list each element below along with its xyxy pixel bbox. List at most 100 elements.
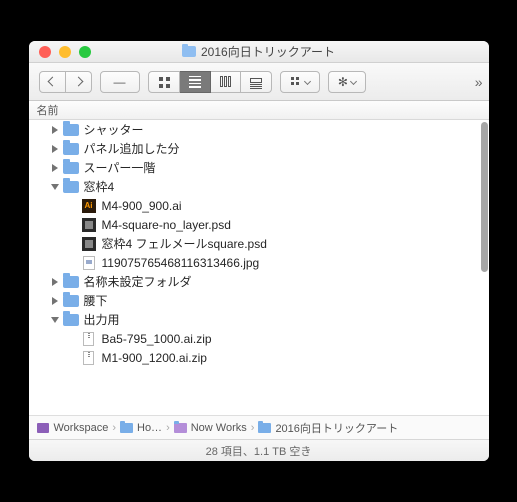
file-name: スーパー一階 bbox=[84, 159, 156, 176]
psd-file-icon bbox=[82, 218, 96, 232]
disclosure-triangle[interactable] bbox=[51, 278, 59, 286]
file-name: 窓枠4 フェルメールsquare.psd bbox=[102, 235, 267, 252]
folder-icon bbox=[63, 181, 79, 193]
status-bar: 28 項目、1.1 TB 空き bbox=[29, 439, 489, 461]
window-title: 2016向日トリックアート bbox=[201, 43, 335, 60]
path-label: Now Works bbox=[191, 422, 247, 434]
list-view-button[interactable] bbox=[180, 71, 211, 93]
back-button[interactable] bbox=[39, 71, 66, 93]
file-name: 腰下 bbox=[84, 292, 108, 309]
disclosure-triangle[interactable] bbox=[51, 183, 59, 191]
action-button[interactable]: ✻ bbox=[328, 71, 366, 93]
view-mode-group bbox=[148, 71, 272, 93]
close-button[interactable] bbox=[39, 46, 51, 58]
column-view-button[interactable] bbox=[211, 71, 241, 93]
disclosure-triangle[interactable] bbox=[51, 316, 59, 324]
folder-icon bbox=[182, 46, 196, 57]
folder-icon bbox=[63, 162, 79, 174]
path-separator: › bbox=[112, 422, 116, 434]
chevron-left-icon bbox=[47, 77, 57, 87]
path-segment[interactable]: Now Works bbox=[174, 422, 247, 434]
status-text: 28 項目、1.1 TB 空き bbox=[206, 443, 312, 459]
group-button[interactable] bbox=[280, 71, 320, 93]
folder-icon bbox=[258, 423, 271, 433]
folder-icon bbox=[63, 124, 79, 136]
path-separator: › bbox=[251, 422, 255, 434]
file-row[interactable]: 窓枠4 bbox=[29, 177, 489, 196]
path-segment[interactable]: 2016向日トリックアート bbox=[258, 420, 398, 436]
file-row[interactable]: 11907576546811631​3466.jpg bbox=[29, 253, 489, 272]
image-file-icon bbox=[83, 256, 95, 270]
ai-file-icon: Ai bbox=[82, 199, 96, 213]
file-row[interactable]: Ba5-795_1000.ai.zip bbox=[29, 329, 489, 348]
finder-window: 2016向日トリックアート — ✻ » 名前 シャッターパネル追加した分スーパー… bbox=[29, 41, 489, 461]
titlebar[interactable]: 2016向日トリックアート bbox=[29, 41, 489, 63]
path-label: 2016向日トリックアート bbox=[275, 420, 398, 436]
file-name: パネル追加した分 bbox=[84, 140, 180, 157]
nav-buttons bbox=[39, 71, 92, 93]
file-row[interactable]: M4-square-no_layer.psd bbox=[29, 215, 489, 234]
toolbar: — ✻ » bbox=[29, 63, 489, 101]
psd-file-icon bbox=[82, 237, 96, 251]
scrollbar[interactable] bbox=[481, 122, 488, 272]
file-row[interactable]: 出力用 bbox=[29, 310, 489, 329]
gear-icon: ✻ bbox=[338, 75, 348, 89]
minimize-button[interactable] bbox=[59, 46, 71, 58]
folder-icon bbox=[63, 276, 79, 288]
disclosure-triangle[interactable] bbox=[51, 297, 59, 305]
file-name: M1-900_1200.ai.zip bbox=[102, 351, 207, 365]
chevron-right-icon bbox=[73, 77, 83, 87]
toolbar-button[interactable]: — bbox=[100, 71, 140, 93]
folder-icon bbox=[174, 423, 187, 433]
coverflow-view-button[interactable] bbox=[241, 71, 272, 93]
column-name: 名前 bbox=[37, 102, 59, 118]
file-name: 窓枠4 bbox=[84, 178, 115, 195]
file-row[interactable]: パネル追加した分 bbox=[29, 139, 489, 158]
file-row[interactable]: スーパー一階 bbox=[29, 158, 489, 177]
group-icon bbox=[290, 76, 302, 88]
zoom-button[interactable] bbox=[79, 46, 91, 58]
disclosure-triangle[interactable] bbox=[51, 145, 59, 153]
file-name: 出力用 bbox=[84, 311, 120, 328]
file-name: 11907576546811631​3466.jpg bbox=[102, 256, 260, 270]
file-name: 名称未設定フォルダ bbox=[84, 273, 192, 290]
folder-icon bbox=[120, 423, 133, 433]
workspace-icon bbox=[37, 423, 49, 433]
chevron-down-icon bbox=[350, 78, 357, 85]
file-name: M4-900_900.ai bbox=[102, 199, 182, 213]
zip-file-icon bbox=[83, 351, 94, 365]
file-row[interactable]: Ai M4-900_900.ai bbox=[29, 196, 489, 215]
icon-view-button[interactable] bbox=[148, 71, 180, 93]
path-segment[interactable]: Workspace bbox=[37, 422, 109, 434]
file-name: シャッター bbox=[84, 121, 144, 138]
file-row[interactable]: 名称未設定フォルダ bbox=[29, 272, 489, 291]
forward-button[interactable] bbox=[66, 71, 92, 93]
file-name: M4-square-no_layer.psd bbox=[102, 218, 231, 232]
chevron-down-icon bbox=[304, 78, 311, 85]
file-row[interactable]: M1-900_1200.ai.zip bbox=[29, 348, 489, 367]
file-row[interactable]: シャッター bbox=[29, 120, 489, 139]
disclosure-triangle[interactable] bbox=[51, 164, 59, 172]
folder-icon bbox=[63, 295, 79, 307]
icon-view-icon bbox=[158, 76, 170, 88]
path-segment[interactable]: Ho… bbox=[120, 422, 162, 434]
file-list: シャッターパネル追加した分スーパー一階窓枠4 Ai M4-900_900.ai M4-… bbox=[29, 120, 489, 415]
path-bar: Workspace›Ho…›Now Works›2016向日トリックアート bbox=[29, 415, 489, 439]
window-title-wrap: 2016向日トリックアート bbox=[29, 43, 489, 60]
list-view-icon bbox=[189, 76, 201, 88]
file-name: Ba5-795_1000.ai.zip bbox=[102, 332, 212, 346]
path-separator: › bbox=[166, 422, 170, 434]
file-row[interactable]: 腰下 bbox=[29, 291, 489, 310]
traffic-lights bbox=[29, 46, 91, 58]
file-row[interactable]: 窓枠4 フェルメールsquare.psd bbox=[29, 234, 489, 253]
coverflow-icon bbox=[250, 78, 262, 85]
column-view-icon bbox=[220, 76, 231, 87]
folder-icon bbox=[63, 143, 79, 155]
folder-icon bbox=[63, 314, 79, 326]
zip-file-icon bbox=[83, 332, 94, 346]
path-label: Ho… bbox=[137, 422, 162, 434]
toolbar-overflow-button[interactable]: » bbox=[475, 74, 479, 90]
path-label: Workspace bbox=[54, 422, 109, 434]
column-header[interactable]: 名前 bbox=[29, 101, 489, 120]
disclosure-triangle[interactable] bbox=[51, 126, 59, 134]
